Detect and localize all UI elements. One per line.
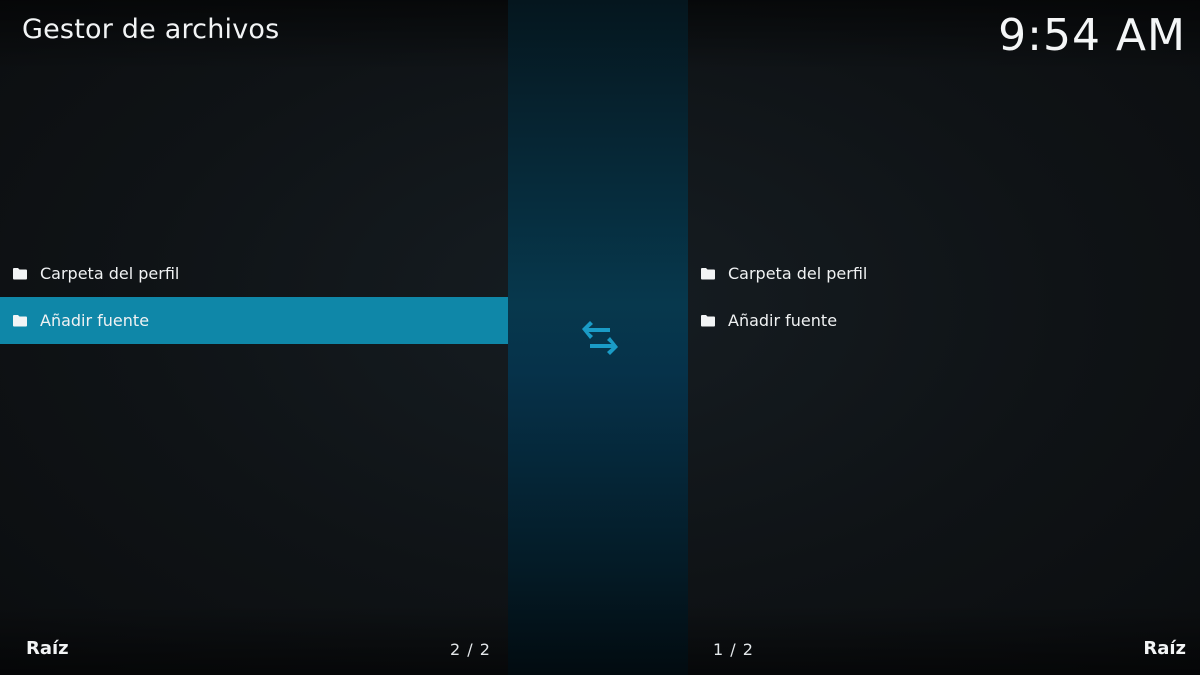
- left-item-add-source[interactable]: Añadir fuente: [0, 297, 508, 344]
- right-path-label: Raíz: [1143, 638, 1186, 659]
- swap-arrows-icon: [582, 321, 618, 355]
- folder-icon: [13, 315, 27, 327]
- left-item-count: 2 / 2: [450, 640, 491, 659]
- list-item-label: Carpeta del perfil: [728, 264, 868, 283]
- window-title: Gestor de archivos: [22, 14, 280, 45]
- right-item-count: 1 / 2: [713, 640, 754, 659]
- folder-icon: [701, 315, 715, 327]
- right-item-add-source[interactable]: Añadir fuente: [688, 297, 1200, 344]
- left-item-profile-folder[interactable]: Carpeta del perfil: [0, 250, 508, 297]
- folder-icon: [701, 268, 715, 280]
- list-item-label: Carpeta del perfil: [40, 264, 180, 283]
- right-item-profile-folder[interactable]: Carpeta del perfil: [688, 250, 1200, 297]
- right-pane: Carpeta del perfil Añadir fuente 1 / 2 R…: [688, 0, 1200, 675]
- list-item-label: Añadir fuente: [40, 311, 150, 330]
- left-path-label: Raíz: [26, 638, 69, 659]
- right-file-list: Carpeta del perfil Añadir fuente: [688, 250, 1200, 344]
- left-file-list: Carpeta del perfil Añadir fuente: [0, 250, 508, 344]
- left-pane: Carpeta del perfil Añadir fuente Raíz 2 …: [0, 0, 508, 675]
- clock: 9:54 AM: [998, 10, 1186, 61]
- folder-icon: [13, 268, 27, 280]
- swap-panes-button[interactable]: [576, 318, 624, 358]
- list-item-label: Añadir fuente: [728, 311, 838, 330]
